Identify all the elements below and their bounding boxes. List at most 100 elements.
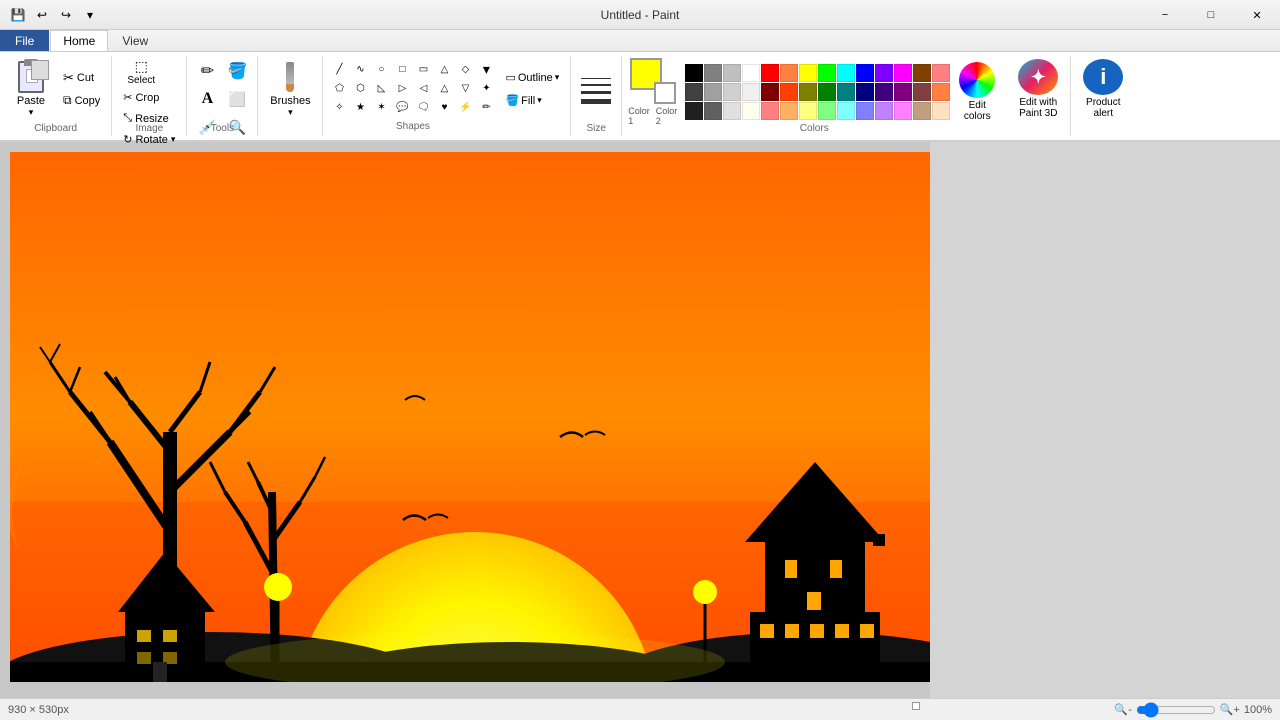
color-swatch-6[interactable] bbox=[799, 64, 817, 82]
color-swatch-8[interactable] bbox=[837, 64, 855, 82]
color-swatch-11[interactable] bbox=[894, 64, 912, 82]
color-swatch-28[interactable] bbox=[685, 102, 703, 120]
shape-diamond[interactable]: ◇ bbox=[455, 61, 475, 79]
tab-view[interactable]: View bbox=[109, 30, 161, 51]
edit-paint3d-button[interactable]: ✦ Edit with Paint 3D bbox=[1012, 59, 1064, 119]
color-swatch-41[interactable] bbox=[932, 102, 950, 120]
paste-button[interactable]: Paste ▾ bbox=[6, 59, 56, 119]
color-swatch-20[interactable] bbox=[799, 83, 817, 101]
shape-star5[interactable]: ★ bbox=[350, 99, 370, 117]
outline-dropdown[interactable]: ▭ Outline ▾ bbox=[500, 68, 564, 87]
color-swatch-12[interactable] bbox=[913, 64, 931, 82]
color-swatch-34[interactable] bbox=[799, 102, 817, 120]
color-swatch-22[interactable] bbox=[837, 83, 855, 101]
paint-canvas[interactable] bbox=[10, 152, 930, 682]
size-line-4[interactable] bbox=[581, 99, 611, 104]
color-swatch-3[interactable] bbox=[742, 64, 760, 82]
color-swatch-4[interactable] bbox=[761, 64, 779, 82]
pencil-tool[interactable]: ✏ bbox=[193, 58, 221, 84]
color2-swatch[interactable] bbox=[654, 82, 676, 104]
shape-hexagon[interactable]: ⬡ bbox=[350, 80, 370, 98]
shape-star6[interactable]: ✶ bbox=[371, 99, 391, 117]
shape-triangle[interactable]: △ bbox=[434, 61, 454, 79]
save-icon[interactable]: 💾 bbox=[8, 5, 28, 25]
shape-line[interactable]: ╱ bbox=[329, 61, 349, 79]
redo-icon[interactable]: ↪ bbox=[56, 5, 76, 25]
shape-oval[interactable]: ○ bbox=[371, 61, 391, 79]
color-swatch-31[interactable] bbox=[742, 102, 760, 120]
shape-curve[interactable]: ∿ bbox=[350, 61, 370, 79]
color-swatch-39[interactable] bbox=[894, 102, 912, 120]
shape-4arrow[interactable]: ✦ bbox=[476, 80, 496, 98]
color-swatch-23[interactable] bbox=[856, 83, 874, 101]
color-swatch-36[interactable] bbox=[837, 102, 855, 120]
size-line-3[interactable] bbox=[581, 91, 611, 94]
color-swatch-25[interactable] bbox=[894, 83, 912, 101]
color-swatch-10[interactable] bbox=[875, 64, 893, 82]
shape-right-tri[interactable]: ◺ bbox=[371, 80, 391, 98]
fill-dropdown[interactable]: 🪣 Fill ▾ bbox=[500, 91, 564, 110]
color-swatch-21[interactable] bbox=[818, 83, 836, 101]
shape-custom[interactable]: ✏ bbox=[476, 99, 496, 117]
close-button[interactable]: ✕ bbox=[1234, 0, 1280, 30]
color-swatch-37[interactable] bbox=[856, 102, 874, 120]
brushes-button[interactable]: Brushes ▾ bbox=[264, 59, 316, 119]
color-swatch-29[interactable] bbox=[704, 102, 722, 120]
customize-quick-access-icon[interactable]: ▾ bbox=[80, 5, 100, 25]
shape-right-arrow[interactable]: ▷ bbox=[392, 80, 412, 98]
cut-button[interactable]: ✂ Cut bbox=[58, 67, 105, 89]
text-tool[interactable]: A bbox=[193, 86, 221, 112]
color-swatch-0[interactable] bbox=[685, 64, 703, 82]
color-swatch-32[interactable] bbox=[761, 102, 779, 120]
shape-up-arrow[interactable]: △ bbox=[434, 80, 454, 98]
color-swatch-13[interactable] bbox=[932, 64, 950, 82]
color-swatch-7[interactable] bbox=[818, 64, 836, 82]
shape-pentagon[interactable]: ⬠ bbox=[329, 80, 349, 98]
zoom-in-icon[interactable]: 🔍+ bbox=[1220, 703, 1240, 716]
shape-callout1[interactable]: 💬 bbox=[392, 99, 412, 117]
color-swatch-35[interactable] bbox=[818, 102, 836, 120]
color-swatch-40[interactable] bbox=[913, 102, 931, 120]
shape-callout2[interactable]: 🗨 bbox=[413, 99, 433, 117]
copy-button[interactable]: ⧉ Copy bbox=[58, 90, 105, 111]
shape-down-arrow[interactable]: ▽ bbox=[455, 80, 475, 98]
color-swatch-19[interactable] bbox=[780, 83, 798, 101]
color-swatch-33[interactable] bbox=[780, 102, 798, 120]
undo-icon[interactable]: ↩ bbox=[32, 5, 52, 25]
color-swatch-26[interactable] bbox=[913, 83, 931, 101]
color-swatch-16[interactable] bbox=[723, 83, 741, 101]
color-swatch-15[interactable] bbox=[704, 83, 722, 101]
eraser-tool[interactable]: ⬜ bbox=[223, 86, 251, 112]
tab-file[interactable]: File bbox=[0, 30, 49, 51]
shape-rect[interactable]: □ bbox=[392, 61, 412, 79]
color-swatch-5[interactable] bbox=[780, 64, 798, 82]
shape-lightning[interactable]: ⚡ bbox=[455, 99, 475, 117]
color-swatch-9[interactable] bbox=[856, 64, 874, 82]
color-swatch-38[interactable] bbox=[875, 102, 893, 120]
minimize-button[interactable]: − bbox=[1142, 0, 1188, 30]
color-swatch-18[interactable] bbox=[761, 83, 779, 101]
color-swatch-2[interactable] bbox=[723, 64, 741, 82]
color-swatch-30[interactable] bbox=[723, 102, 741, 120]
fill-tool[interactable]: 🪣 bbox=[223, 58, 251, 84]
shape-left-arrow[interactable]: ◁ bbox=[413, 80, 433, 98]
color-swatch-14[interactable] bbox=[685, 83, 703, 101]
shapes-more[interactable]: ▾ bbox=[476, 61, 496, 79]
select-button[interactable]: ⬚ Select bbox=[118, 58, 164, 86]
color-swatch-17[interactable] bbox=[742, 83, 760, 101]
size-line-1[interactable] bbox=[581, 78, 611, 79]
zoom-slider[interactable] bbox=[1136, 702, 1216, 718]
shape-heart[interactable]: ♥ bbox=[434, 99, 454, 117]
size-line-2[interactable] bbox=[581, 84, 611, 86]
color-swatch-24[interactable] bbox=[875, 83, 893, 101]
color-swatch-1[interactable] bbox=[704, 64, 722, 82]
edit-colors-button[interactable]: Edit colors bbox=[954, 62, 1000, 122]
color-swatch-27[interactable] bbox=[932, 83, 950, 101]
zoom-out-icon[interactable]: 🔍- bbox=[1114, 703, 1131, 716]
crop-button[interactable]: ✂ Crop bbox=[118, 88, 180, 107]
shape-star4[interactable]: ✧ bbox=[329, 99, 349, 117]
shape-rect2[interactable]: ▭ bbox=[413, 61, 433, 79]
product-alert-button[interactable]: i Product alert bbox=[1077, 59, 1129, 119]
tab-home[interactable]: Home bbox=[50, 30, 108, 51]
maximize-button[interactable]: □ bbox=[1188, 0, 1234, 30]
